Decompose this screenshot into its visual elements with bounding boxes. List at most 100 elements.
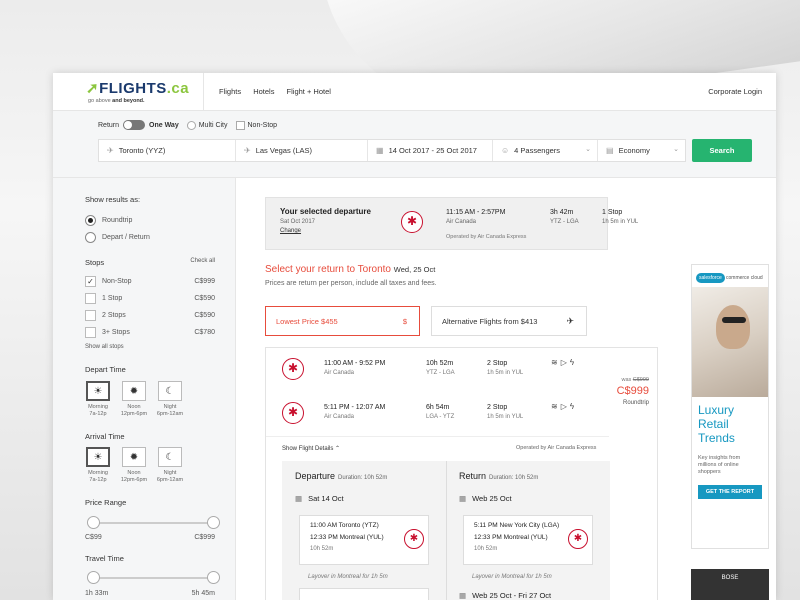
flights-logo[interactable]: ➚FLIGHTS.ca go above and beyond.: [86, 79, 189, 104]
power-icon: ϟ: [569, 402, 578, 411]
multi-city-radio[interactable]: [186, 120, 196, 130]
salesforce-logo: salesforce: [696, 273, 725, 283]
corporate-login-link[interactable]: Corporate Login: [708, 87, 762, 96]
travel-min-handle[interactable]: [87, 571, 100, 584]
departure-details: Departure Duration: 10h 52m ▦ Sat 14 Oct 1…: [282, 461, 446, 600]
price-min-handle[interactable]: [87, 516, 100, 529]
alternative-flights-button[interactable]: Alternative Flights from $413 ✈: [431, 306, 587, 336]
price-range-slider[interactable]: [87, 516, 220, 529]
price-max-handle[interactable]: [207, 516, 220, 529]
stop-price: C$590: [194, 312, 215, 319]
depart-noon-button[interactable]: ✹: [122, 381, 146, 401]
sunrise-icon: ☀: [93, 451, 103, 463]
air-canada-logo-icon: ✱: [401, 211, 423, 233]
stop-price: C$590: [194, 295, 215, 302]
travel-max-handle[interactable]: [207, 571, 220, 584]
video-icon: ▷: [560, 402, 570, 411]
wifi-icon: ≋: [551, 358, 561, 367]
bose-ad-banner[interactable]: BOSE: [691, 569, 769, 600]
ad-woman-photo: [692, 287, 768, 397]
depart-morning-button[interactable]: ☀: [86, 381, 110, 401]
travel-min-value: 1h 33m: [85, 590, 109, 597]
return-oneway-toggle[interactable]: [123, 120, 146, 130]
stop-price: C$780: [194, 329, 215, 336]
arrival-morning-button[interactable]: ☀: [86, 447, 110, 467]
stop-option[interactable]: 2 Stops: [85, 310, 126, 321]
non-stop-checkbox[interactable]: [235, 120, 245, 130]
return-section-subtitle: Prices are return per person, include al…: [265, 280, 437, 287]
search-bar: Return One Way Multi City Non-Stop ✈ Toro…: [53, 111, 776, 178]
chevron-up-icon: ⌃: [335, 446, 341, 452]
filter-sidebar: Show results as: Roundtrip Depart / Retu…: [53, 178, 236, 600]
was-price: was C$999: [621, 377, 649, 383]
show-all-stops-link[interactable]: Show all stops: [85, 344, 124, 350]
get-report-button[interactable]: GET THE REPORT: [698, 485, 762, 499]
video-icon: ▷: [560, 358, 570, 367]
roundtrip-radio[interactable]: Roundtrip: [85, 215, 132, 226]
amenities-icons: ≋▷ϟ: [551, 358, 577, 367]
sunrise-icon: ☀: [93, 385, 103, 397]
seat-icon: ▤: [606, 146, 614, 155]
air-canada-logo-icon: ✱: [282, 402, 304, 424]
chevron-down-icon: ⌄: [673, 146, 679, 153]
flight-row: ✱ 11:00 AM - 9:52 PM Air Canada 10h 52m …: [266, 348, 616, 390]
arrival-time-title: Arrival Time: [85, 432, 125, 441]
show-flight-details-link[interactable]: Show Flight Details ⌃: [282, 445, 340, 452]
return-details: Return Duration: 10h 52m ▦ Web 25 Oct 5:11…: [446, 461, 610, 600]
travel-max-value: 5h 45m: [191, 590, 215, 597]
arrival-noon-button[interactable]: ✹: [122, 447, 146, 467]
chevron-down-icon: ⌄: [585, 146, 591, 153]
stop-option[interactable]: 1 Stop: [85, 293, 122, 304]
app-window: ➚FLIGHTS.ca go above and beyond. Flights…: [53, 73, 776, 600]
air-canada-logo-icon: ✱: [568, 529, 588, 549]
price-range-title: Price Range: [85, 498, 127, 507]
depart-return-radio[interactable]: Depart / Return: [85, 232, 150, 243]
flight-result-card[interactable]: ✱ 11:00 AM - 9:52 PM Air Canada 10h 52m …: [265, 347, 658, 600]
flight-row: ✱ 5:11 PM - 12:07 AM Air Canada 6h 54m L…: [266, 392, 616, 434]
return-section-title: Select your return to Toronto Wed, 25 Oc…: [265, 264, 436, 275]
stop-price: C$999: [194, 278, 215, 285]
moon-icon: ☾: [165, 451, 175, 463]
travel-time-slider[interactable]: [87, 571, 220, 584]
from-field[interactable]: ✈ Toronto (YYZ): [99, 140, 236, 161]
price-max-value: C$999: [194, 534, 215, 541]
nav-hotels[interactable]: Hotels: [253, 87, 274, 96]
air-canada-logo-icon: ✱: [404, 529, 424, 549]
trip-type-options: Return One Way Multi City Non-Stop: [98, 120, 278, 130]
show-results-title: Show results as:: [85, 195, 141, 204]
flight-details-panel: Departure Duration: 10h 52m ▦ Sat 14 Oct 1…: [282, 461, 610, 600]
advertisement-banner[interactable]: salesforce commerce cloud Luxury Retail Tr…: [691, 264, 769, 549]
change-link[interactable]: Change: [280, 228, 301, 234]
person-icon: ☺: [501, 146, 510, 155]
cabin-select[interactable]: ▤ Economy ⌄: [598, 140, 685, 161]
selected-departure-panel: Your selected departure Sat Oct 2017 Cha…: [265, 197, 638, 250]
search-button[interactable]: Search: [692, 139, 752, 162]
passengers-select[interactable]: ☺ 4 Passengers ⌄: [493, 140, 598, 161]
travel-time-title: Travel Time: [85, 554, 124, 563]
nav-flights[interactable]: Flights: [219, 87, 241, 96]
search-fields: ✈ Toronto (YYZ) ✈ Las Vegas (LAS) ▦ 14 Oct …: [98, 139, 686, 162]
plane-arrive-icon: ✈: [244, 146, 251, 155]
flight-segment: 5:11 PM New York City (LGA) 12:33 PM Mon…: [463, 515, 593, 565]
moon-icon: ☾: [165, 385, 175, 397]
wifi-icon: ≋: [551, 402, 561, 411]
calendar-icon: ▦: [376, 146, 384, 155]
calendar-icon: ▦: [295, 494, 303, 503]
plane-depart-icon: ✈: [107, 146, 114, 155]
nav-flight-hotel[interactable]: Flight + Hotel: [287, 87, 331, 96]
stop-option[interactable]: 3+ Stops: [85, 327, 130, 338]
sun-icon: ✹: [129, 451, 139, 463]
flight-segment: 11:00 AM Toronto (YTZ) 12:33 PM Montreal…: [299, 515, 429, 565]
lowest-price-button[interactable]: Lowest Price $455 $: [265, 306, 420, 336]
calendar-icon: ▦: [459, 494, 467, 503]
price-min-value: C$99: [85, 534, 102, 541]
power-icon: ϟ: [569, 358, 578, 367]
arrival-night-button[interactable]: ☾: [158, 447, 182, 467]
top-header: ➚FLIGHTS.ca go above and beyond. Flights…: [53, 73, 776, 111]
air-canada-logo-icon: ✱: [282, 358, 304, 380]
ad-headline: Luxury Retail Trends: [698, 403, 735, 445]
dates-field[interactable]: ▦ 14 Oct 2017 - 25 Oct 2017: [368, 140, 493, 161]
depart-night-button[interactable]: ☾: [158, 381, 182, 401]
check-all-link[interactable]: Check all: [190, 258, 215, 264]
to-field[interactable]: ✈ Las Vegas (LAS): [236, 140, 368, 161]
